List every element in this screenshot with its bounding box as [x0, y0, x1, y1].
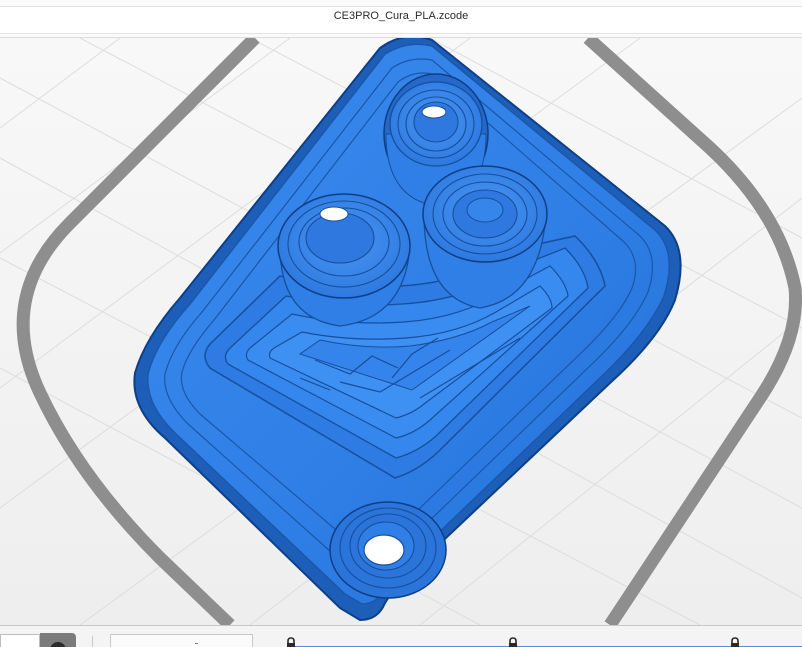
mount-bottom-hole: [363, 534, 405, 566]
toolbar-separator: [92, 636, 93, 647]
layer-view-button[interactable]: [40, 633, 76, 647]
field-marker: [195, 643, 198, 644]
title-bar: CE3PRO_Cura_PLA.zcode: [0, 0, 802, 38]
mount-bottom: [329, 501, 447, 599]
lock-icon[interactable]: [507, 637, 519, 647]
viewport-canvas[interactable]: [0, 38, 802, 625]
boss-top-hole: [421, 105, 447, 119]
lock-icon[interactable]: [285, 637, 297, 647]
3d-viewport[interactable]: [0, 38, 802, 625]
layer-toolbar: [0, 625, 802, 647]
layer-number-input[interactable]: [0, 634, 40, 647]
window-title: CE3PRO_Cura_PLA.zcode: [333, 10, 469, 22]
boss-left-hole: [319, 206, 349, 222]
layer-range-field[interactable]: [110, 634, 253, 647]
lock-icon[interactable]: [729, 637, 741, 647]
layer-view-icon: [50, 642, 66, 647]
slicer-window: CE3PRO_Cura_PLA.zcode: [0, 0, 802, 647]
